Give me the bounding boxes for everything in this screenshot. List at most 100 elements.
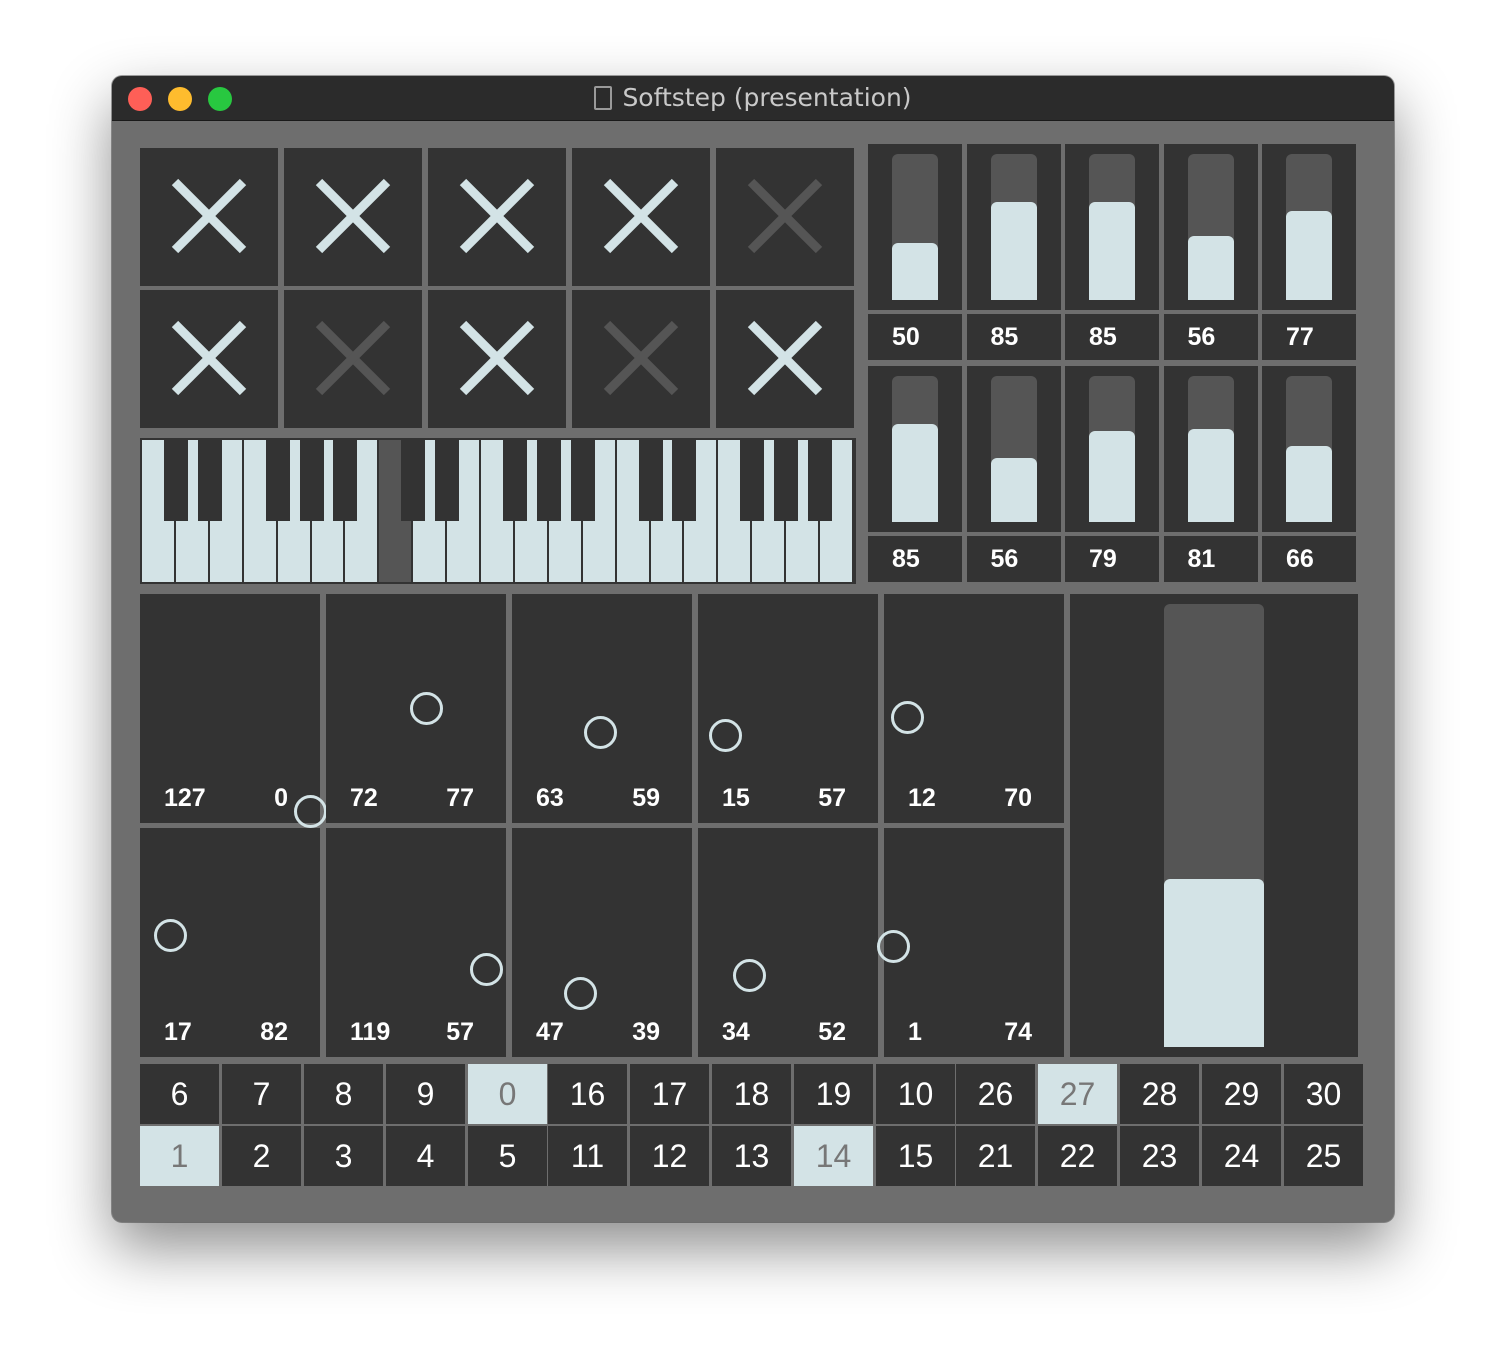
xy-handle[interactable] <box>584 716 618 750</box>
xy-pad-8[interactable]: 47 39 <box>512 828 692 1057</box>
black-key[interactable] <box>435 440 460 521</box>
xy-handle[interactable] <box>733 959 767 993</box>
slider-9[interactable] <box>1163 366 1258 532</box>
toggle-10[interactable] <box>716 290 854 428</box>
xy-handle[interactable] <box>709 718 743 752</box>
big-slider-fill <box>1164 878 1264 1047</box>
black-key[interactable] <box>299 440 324 521</box>
xy-value-y: 74 <box>1004 1018 1032 1046</box>
xy-pad-1[interactable]: 127 0 <box>140 594 327 828</box>
number-cell-18[interactable]: 18 <box>712 1064 791 1124</box>
xy-handle[interactable] <box>294 795 327 828</box>
number-cell-10[interactable]: 10 <box>876 1064 955 1124</box>
black-key[interactable] <box>774 440 799 521</box>
toggle-4[interactable] <box>572 148 710 286</box>
slider-6[interactable] <box>868 366 962 532</box>
xy-pad-7[interactable]: 119 57 <box>326 828 506 1057</box>
black-key[interactable] <box>536 440 561 521</box>
black-key[interactable] <box>570 440 595 521</box>
slider-value-box: 50 <box>868 314 962 360</box>
number-cell-29[interactable]: 29 <box>1202 1064 1281 1124</box>
number-cell-5[interactable]: 5 <box>468 1126 547 1186</box>
number-cell-24[interactable]: 24 <box>1202 1126 1281 1186</box>
number-cell-2[interactable]: 2 <box>222 1126 301 1186</box>
xy-pad-3[interactable]: 63 59 <box>512 594 692 823</box>
slider-1[interactable] <box>868 144 962 310</box>
number-cell-16[interactable]: 16 <box>548 1064 627 1124</box>
number-cell-25[interactable]: 25 <box>1284 1126 1363 1186</box>
number-cell-8[interactable]: 8 <box>304 1064 383 1124</box>
toggle-3[interactable] <box>428 148 566 286</box>
slider-value-box: 56 <box>1163 314 1258 360</box>
slider-5[interactable] <box>1262 144 1356 310</box>
xy-pad-9[interactable]: 34 52 <box>698 828 878 1057</box>
black-key[interactable] <box>808 440 833 521</box>
number-cell-23[interactable]: 23 <box>1120 1126 1199 1186</box>
toggle-1[interactable] <box>140 148 278 286</box>
number-cell-1[interactable]: 1 <box>140 1126 219 1186</box>
black-key[interactable] <box>197 440 222 521</box>
keyboard[interactable] <box>140 438 856 584</box>
xy-handle[interactable] <box>877 929 911 963</box>
xy-value-y: 59 <box>632 784 660 812</box>
slider-2[interactable] <box>966 144 1061 310</box>
toggle-8[interactable] <box>428 290 566 428</box>
xy-pad-2[interactable]: 72 77 <box>326 594 506 823</box>
number-cell-28[interactable]: 28 <box>1120 1064 1199 1124</box>
xy-value-x: 127 <box>164 784 206 812</box>
number-cell-21[interactable]: 21 <box>956 1126 1035 1186</box>
xy-handle[interactable] <box>563 976 597 1010</box>
slider-4[interactable] <box>1163 144 1258 310</box>
number-cell-30[interactable]: 30 <box>1284 1064 1363 1124</box>
slider-track <box>892 154 938 300</box>
xy-handle[interactable] <box>153 919 187 953</box>
slider-3[interactable] <box>1065 144 1159 310</box>
number-cell-19[interactable]: 19 <box>794 1064 873 1124</box>
xy-handle[interactable] <box>891 701 925 735</box>
xy-pad-4[interactable]: 15 57 <box>698 594 878 823</box>
black-key[interactable] <box>740 440 765 521</box>
slider-track <box>1089 154 1135 300</box>
black-key[interactable] <box>401 440 426 521</box>
black-key[interactable] <box>502 440 527 521</box>
black-key[interactable] <box>638 440 663 521</box>
xy-pad-10[interactable]: 1 74 <box>877 828 1064 1057</box>
number-cell-0[interactable]: 0 <box>468 1064 547 1124</box>
toggle-5[interactable] <box>716 148 854 286</box>
number-cell-13[interactable]: 13 <box>712 1126 791 1186</box>
toggle-6[interactable] <box>140 290 278 428</box>
black-key[interactable] <box>265 440 290 521</box>
number-cell-17[interactable]: 17 <box>630 1064 709 1124</box>
number-cell-4[interactable]: 4 <box>386 1126 465 1186</box>
number-cell-15[interactable]: 15 <box>876 1126 955 1186</box>
slider-fill <box>1089 202 1135 300</box>
toggle-2[interactable] <box>284 148 422 286</box>
number-cell-9[interactable]: 9 <box>386 1064 465 1124</box>
xy-pad-5[interactable]: 12 70 <box>884 594 1064 823</box>
number-cell-7[interactable]: 7 <box>222 1064 301 1124</box>
xy-handle[interactable] <box>409 691 443 725</box>
black-key[interactable] <box>163 440 188 521</box>
number-cell-3[interactable]: 3 <box>304 1126 383 1186</box>
number-cell-6[interactable]: 6 <box>140 1064 219 1124</box>
black-key[interactable] <box>333 440 358 521</box>
slider-fill <box>1187 428 1234 522</box>
slider-10[interactable] <box>1262 366 1356 532</box>
number-cell-11[interactable]: 11 <box>548 1126 627 1186</box>
number-cell-22[interactable]: 22 <box>1038 1126 1117 1186</box>
toggle-7[interactable] <box>284 290 422 428</box>
slider-track <box>1286 376 1332 522</box>
black-key[interactable] <box>672 440 697 521</box>
number-cell-12[interactable]: 12 <box>630 1126 709 1186</box>
big-slider[interactable] <box>1070 594 1358 1057</box>
xy-handle[interactable] <box>469 952 503 986</box>
slider-7[interactable] <box>966 366 1061 532</box>
toggle-9[interactable] <box>572 290 710 428</box>
slider-track <box>990 154 1037 300</box>
number-cell-14[interactable]: 14 <box>794 1126 873 1186</box>
title-bar: Softstep (presentation) <box>112 76 1394 121</box>
xy-pad-6[interactable]: 17 82 <box>140 828 320 1057</box>
slider-8[interactable] <box>1065 366 1159 532</box>
number-cell-26[interactable]: 26 <box>956 1064 1035 1124</box>
number-cell-27[interactable]: 27 <box>1038 1064 1117 1124</box>
